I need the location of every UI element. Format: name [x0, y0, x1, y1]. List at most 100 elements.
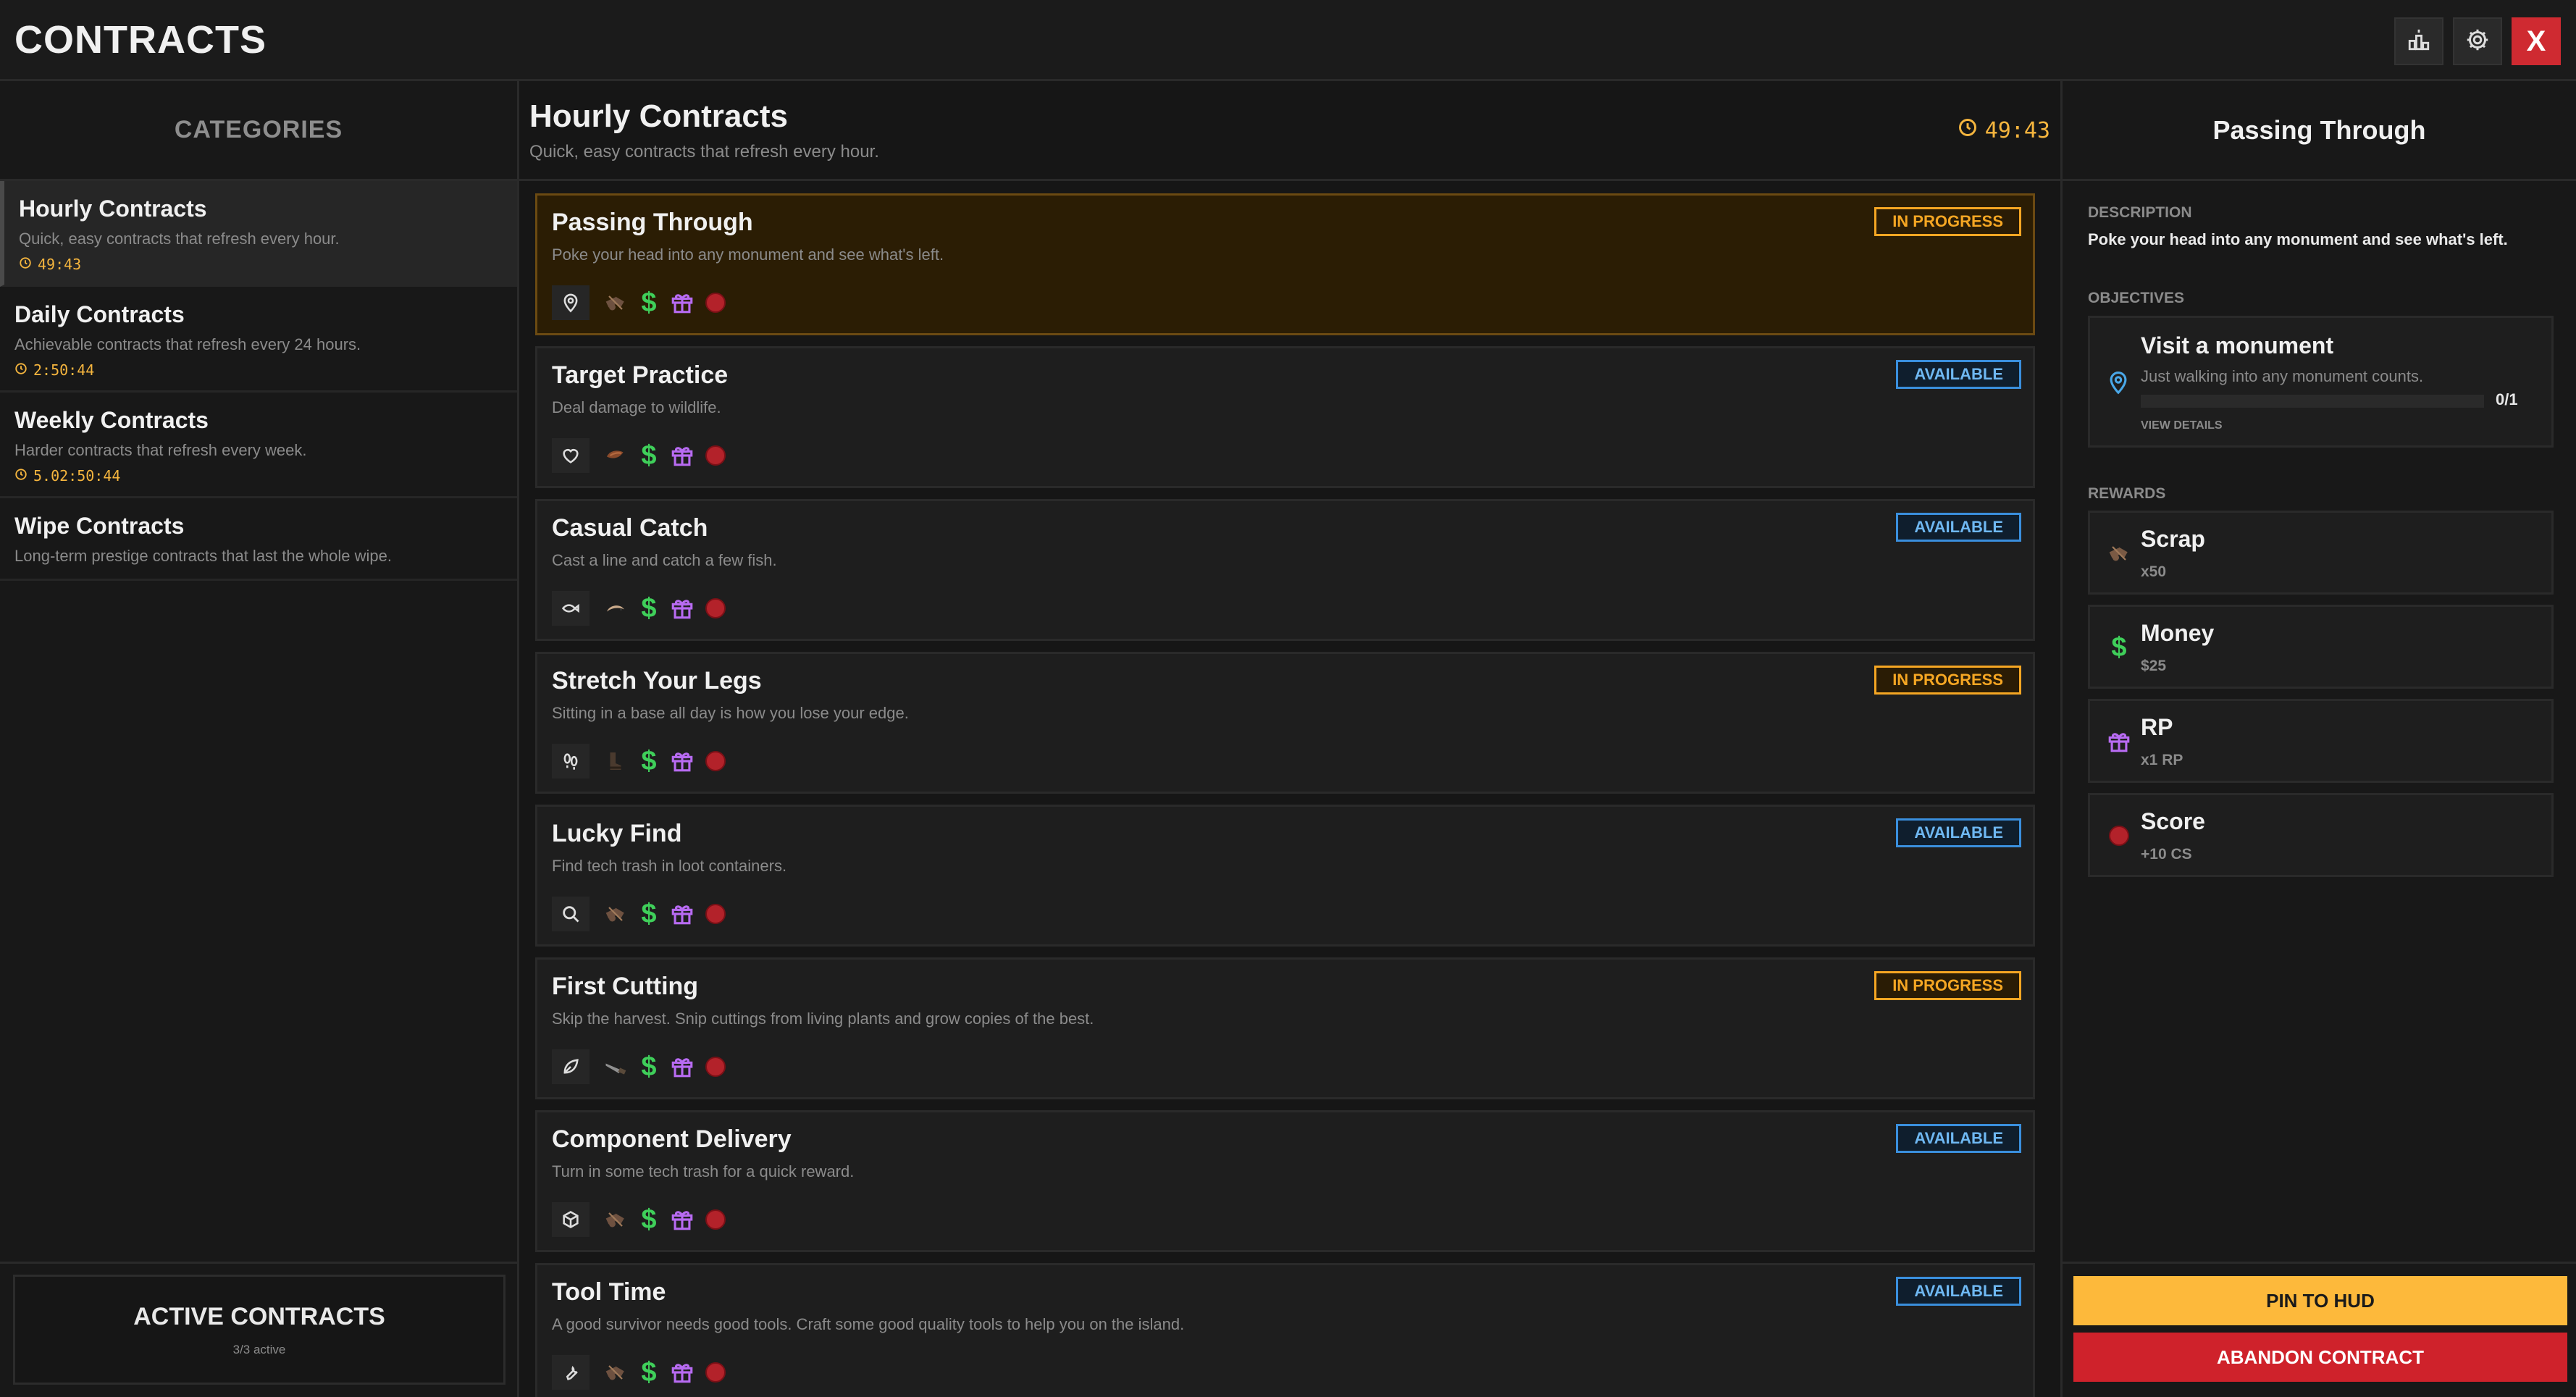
settings-button[interactable] — [2453, 17, 2502, 65]
contract-card[interactable]: Passing Through Poke your head into any … — [535, 193, 2035, 335]
rewards-label: REWARDS — [2088, 485, 2166, 502]
category-wipe[interactable]: Wipe Contracts Long-term prestige contra… — [0, 498, 517, 581]
view-details-link[interactable]: VIEW DETAILS — [2141, 419, 2223, 432]
dollar-icon: $ — [641, 440, 657, 471]
reward-name: Scrap — [2141, 526, 2205, 552]
category-desc: Quick, easy contracts that refresh every… — [19, 230, 340, 248]
score-icon — [702, 595, 729, 621]
gift-icon — [669, 1207, 695, 1233]
reward-icons: $ — [552, 897, 729, 931]
contract-name: Component Delivery — [552, 1125, 792, 1153]
contract-desc: Sitting in a base all day is how you los… — [552, 704, 909, 722]
gift-icon — [669, 901, 695, 927]
gift-icon — [669, 748, 695, 774]
contract-name: Stretch Your Legs — [552, 667, 762, 695]
reward-name: Score — [2141, 808, 2205, 834]
active-contracts-button[interactable]: ACTIVE CONTRACTS 3/3 active — [13, 1275, 505, 1385]
footprints-icon — [552, 744, 590, 779]
dollar-icon: $ — [641, 1356, 657, 1388]
window-title: CONTRACTS — [14, 18, 267, 62]
reward-money: $ Money $25 — [2088, 605, 2554, 689]
pin-to-hud-button[interactable]: PIN TO HUD — [2073, 1276, 2567, 1325]
category-name: Wipe Contracts — [14, 513, 185, 539]
objective-title: Visit a monument — [2141, 332, 2334, 358]
dollar-icon: $ — [2111, 632, 2127, 663]
contract-card[interactable]: Casual Catch Cast a line and catch a few… — [535, 499, 2035, 641]
reward-scrap: Scrap x50 — [2088, 511, 2554, 595]
contract-card[interactable]: Target Practice Deal damage to wildlife.… — [535, 346, 2035, 488]
dollar-icon: $ — [641, 1204, 657, 1235]
contract-name: Casual Catch — [552, 514, 708, 542]
contract-card[interactable]: Lucky Find Find tech trash in loot conta… — [535, 805, 2035, 947]
category-timer: 2:50:44 — [14, 361, 503, 379]
dollar-icon: $ — [641, 592, 657, 624]
leaf-icon — [552, 1049, 590, 1084]
divider — [2063, 1262, 2576, 1264]
scrap-icon — [2106, 540, 2132, 566]
fish-icon — [552, 591, 590, 626]
boots-icon — [603, 748, 629, 774]
score-icon — [702, 290, 729, 316]
category-timer-value: 5.02:50:44 — [33, 467, 121, 484]
status-badge: IN PROGRESS — [1874, 207, 2021, 236]
category-hourly[interactable]: Hourly Contracts Quick, easy contracts t… — [0, 181, 517, 287]
contract-name: Tool Time — [552, 1278, 666, 1306]
contract-card[interactable]: Tool Time A good survivor needs good too… — [535, 1263, 2035, 1397]
clock-icon — [19, 256, 32, 273]
close-icon: X — [2526, 25, 2546, 57]
contract-card[interactable]: First Cutting Skip the harvest. Snip cut… — [535, 957, 2035, 1099]
score-icon — [702, 901, 729, 927]
reward-icons: $ — [552, 1202, 729, 1237]
list-subtitle: Quick, easy contracts that refresh every… — [529, 142, 879, 161]
clock-icon — [1958, 117, 1978, 143]
abandon-contract-button[interactable]: ABANDON CONTRACT — [2073, 1333, 2567, 1382]
category-name: Hourly Contracts — [19, 196, 207, 222]
scrap-icon — [603, 1207, 629, 1233]
contract-desc: A good survivor needs good tools. Craft … — [552, 1315, 1185, 1333]
contract-card[interactable]: Component Delivery Turn in some tech tra… — [535, 1110, 2035, 1252]
gift-icon — [2106, 729, 2132, 755]
category-weekly[interactable]: Weekly Contracts Harder contracts that r… — [0, 393, 517, 498]
wrench-icon — [552, 1355, 590, 1390]
search-icon — [552, 897, 590, 931]
reward-score: Score +10 CS — [2088, 793, 2554, 877]
contracts-list-panel: Hourly Contracts Quick, easy contracts t… — [519, 81, 2060, 1397]
dollar-icon: $ — [641, 898, 657, 929]
score-icon — [702, 1207, 729, 1233]
contract-desc: Find tech trash in loot containers. — [552, 857, 787, 875]
reward-name: RP — [2141, 714, 2173, 740]
close-button[interactable]: X — [2512, 17, 2561, 65]
status-badge: AVAILABLE — [1896, 818, 2021, 847]
status-badge: IN PROGRESS — [1874, 666, 2021, 695]
box-icon — [552, 1202, 590, 1237]
contract-desc: Cast a line and catch a few fish. — [552, 551, 777, 569]
list-title: Hourly Contracts — [529, 98, 788, 134]
status-badge: AVAILABLE — [1896, 1124, 2021, 1153]
reward-icons: $ — [552, 438, 729, 473]
category-daily[interactable]: Daily Contracts Achievable contracts tha… — [0, 287, 517, 393]
contract-card[interactable]: Stretch Your Legs Sitting in a base all … — [535, 652, 2035, 794]
score-icon — [702, 1359, 729, 1385]
status-badge: IN PROGRESS — [1874, 971, 2021, 1000]
scrap-icon — [603, 290, 629, 316]
reward-amount: $25 — [2141, 658, 2167, 674]
active-contracts-title: ACTIVE CONTRACTS — [133, 1303, 385, 1330]
contract-desc: Turn in some tech trash for a quick rewa… — [552, 1162, 855, 1180]
reward-amount: +10 CS — [2141, 846, 2192, 863]
map-pin-icon — [2106, 369, 2131, 400]
clock-icon — [14, 361, 28, 379]
gear-icon — [2464, 27, 2491, 56]
reward-amount: x1 RP — [2141, 752, 2183, 768]
knife-icon — [603, 1054, 629, 1080]
category-timer: 5.02:50:44 — [14, 467, 503, 484]
reward-rp: RP x1 RP — [2088, 699, 2554, 783]
score-icon — [702, 748, 729, 774]
score-icon — [702, 1054, 729, 1080]
scrap-icon — [603, 901, 629, 927]
contract-desc: Skip the harvest. Snip cuttings from liv… — [552, 1010, 1094, 1028]
contract-name: Target Practice — [552, 361, 729, 389]
leaderboard-button[interactable] — [2394, 17, 2443, 65]
reward-icons: $ — [552, 744, 729, 779]
refresh-timer: 49:43 — [1958, 117, 2050, 143]
category-timer: 49:43 — [19, 256, 503, 273]
